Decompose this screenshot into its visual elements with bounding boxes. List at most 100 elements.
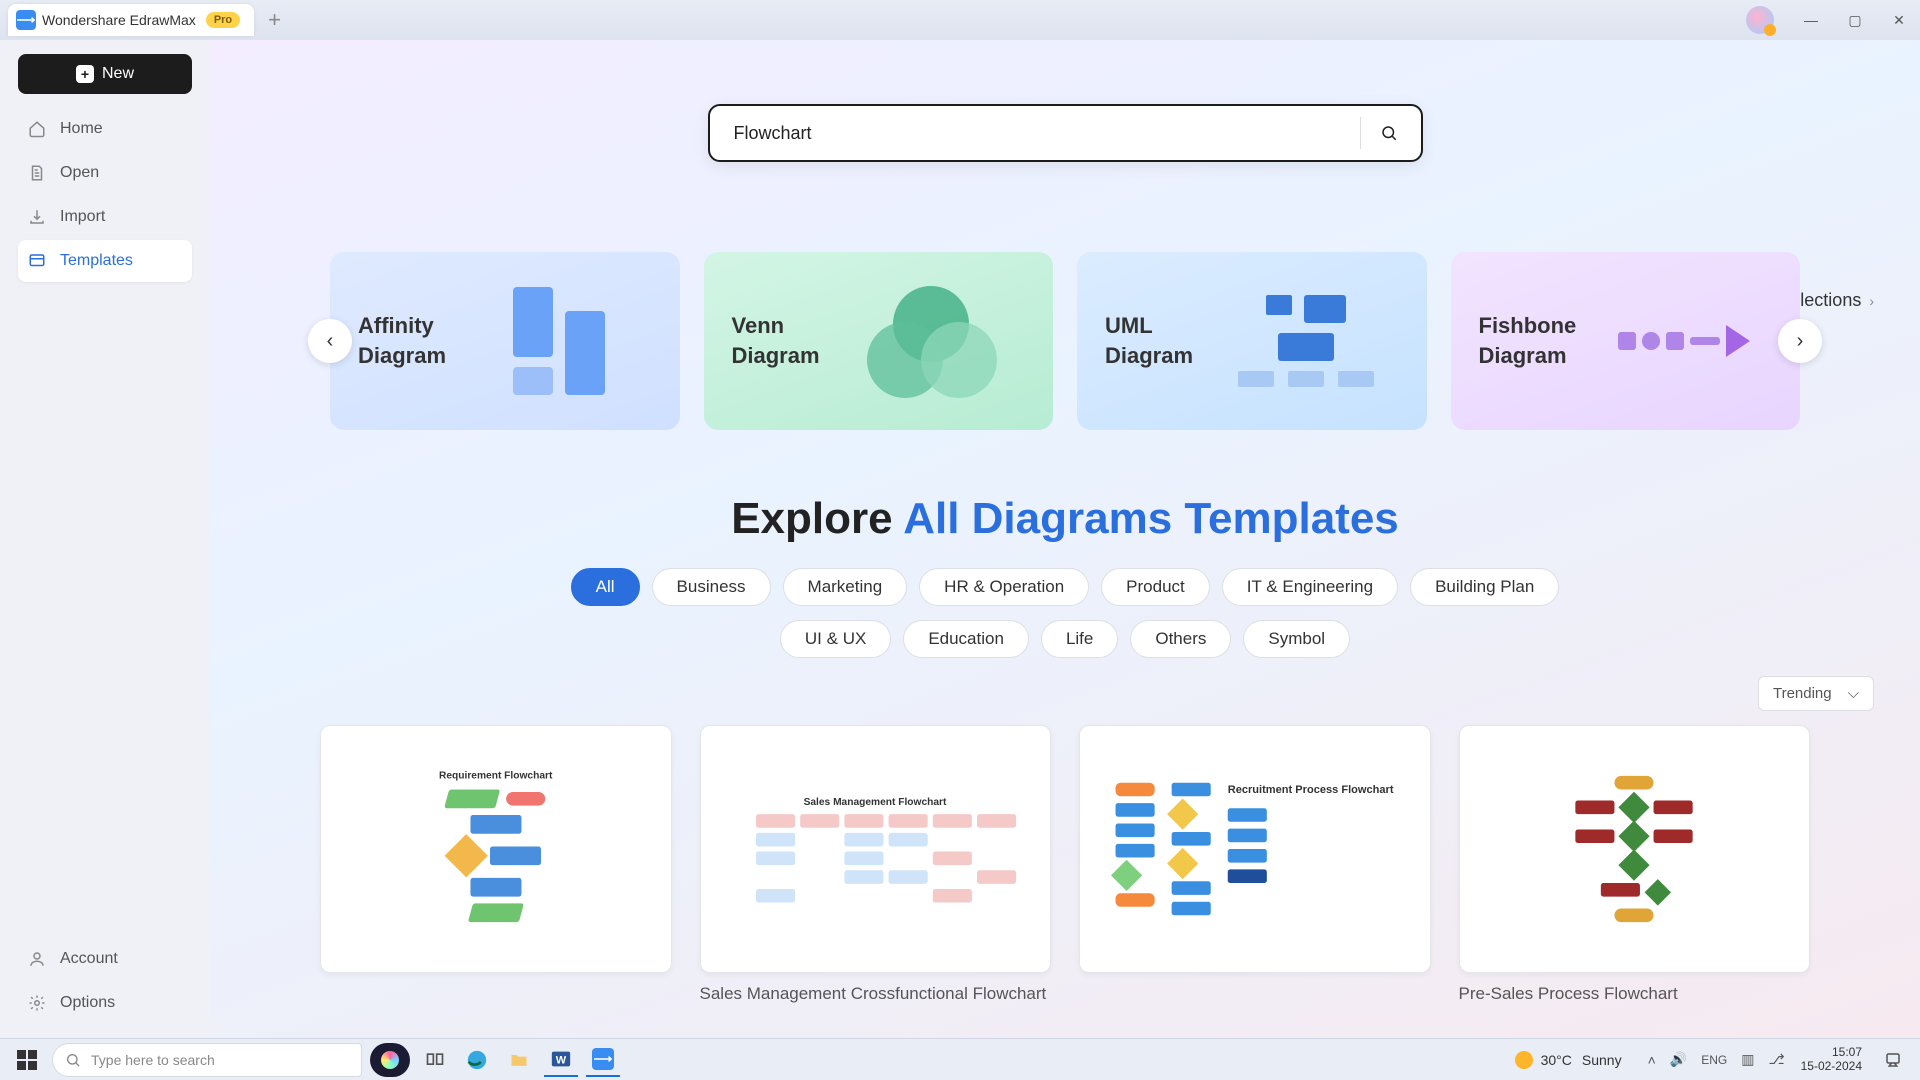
filter-pill-symbol[interactable]: Symbol	[1243, 620, 1350, 658]
taskbar-search-placeholder: Type here to search	[91, 1052, 215, 1068]
carousel-prev-button[interactable]: ‹	[308, 319, 352, 363]
taskbar-app-edrawmax[interactable]: ⟶	[586, 1043, 620, 1077]
taskbar: Type here to search W ⟶ 30°C Sunny ˄ 🔊 E…	[0, 1038, 1920, 1080]
sidebar-item-templates[interactable]: Templates	[18, 240, 192, 282]
tray-chevron-icon[interactable]: ˄	[1648, 1052, 1656, 1068]
search-icon	[65, 1052, 81, 1068]
search-icon	[1380, 124, 1398, 142]
search-button[interactable]	[1375, 119, 1403, 147]
plus-icon: +	[76, 65, 94, 83]
template-card[interactable]: Sales Management Flowchart Sales Managem…	[700, 725, 1052, 1005]
category-label: UMLDiagram	[1105, 311, 1193, 370]
chevron-down-icon: ⌵	[1848, 685, 1859, 702]
battery-icon[interactable]: ▥	[1741, 1051, 1754, 1068]
taskbar-search[interactable]: Type here to search	[52, 1043, 362, 1077]
file-icon	[28, 164, 46, 182]
system-tray[interactable]: ˄ 🔊 ENG ▥ ⎇	[1648, 1051, 1785, 1068]
svg-text:W: W	[556, 1054, 567, 1066]
filter-pill-others[interactable]: Others	[1130, 620, 1231, 658]
template-card[interactable]: Pre-Sales Process Flowchart	[1459, 725, 1811, 1005]
app-tab[interactable]: ⟶ Wondershare EdrawMax Pro	[8, 4, 254, 36]
speaker-icon[interactable]: 🔊	[1670, 1051, 1687, 1068]
maximize-button[interactable]: ▢	[1842, 7, 1868, 33]
sidebar-item-account[interactable]: Account	[18, 938, 192, 980]
uml-art-icon	[1213, 295, 1398, 387]
copilot-icon	[381, 1051, 399, 1069]
template-grid: Requirement Flowchart Sales Management F…	[320, 725, 1810, 1005]
divider	[1360, 117, 1361, 149]
new-tab-button[interactable]: +	[268, 7, 281, 33]
template-card[interactable]: Requirement Flowchart	[320, 725, 672, 1005]
taskbar-app-edge[interactable]	[460, 1043, 494, 1077]
sidebar-item-label: Import	[60, 208, 105, 226]
filter-pill-product[interactable]: Product	[1101, 568, 1210, 606]
category-card-fishbone[interactable]: FishboneDiagram	[1451, 252, 1801, 430]
taskbar-app-word[interactable]: W	[544, 1043, 578, 1077]
sidebar-item-label: Options	[60, 994, 115, 1012]
minimize-button[interactable]: —	[1798, 7, 1824, 33]
filter-pill-hr-operation[interactable]: HR & Operation	[919, 568, 1089, 606]
filter-pill-education[interactable]: Education	[903, 620, 1029, 658]
filter-pill-life[interactable]: Life	[1041, 620, 1118, 658]
taskbar-clock[interactable]: 15:07 15-02-2024	[1801, 1046, 1862, 1074]
template-thumb: Sales Management Flowchart	[700, 725, 1052, 973]
template-thumb: Requirement Flowchart	[320, 725, 672, 973]
filter-pill-it-engineering[interactable]: IT & Engineering	[1222, 568, 1398, 606]
close-button[interactable]: ✕	[1886, 7, 1912, 33]
category-card-venn[interactable]: VennDiagram	[704, 252, 1054, 430]
search-box[interactable]	[708, 104, 1423, 162]
filter-pills: All Business Marketing HR & Operation Produc…	[565, 568, 1565, 606]
category-label: VennDiagram	[732, 311, 820, 370]
import-icon	[28, 208, 46, 226]
main-content: All Collections › ‹ AffinityDiagram Venn…	[210, 40, 1920, 1040]
category-card-affinity[interactable]: AffinityDiagram	[330, 252, 680, 430]
category-label: AffinityDiagram	[358, 311, 446, 370]
filter-pill-business[interactable]: Business	[652, 568, 771, 606]
sidebar-item-label: Open	[60, 164, 99, 182]
sidebar-item-home[interactable]: Home	[18, 108, 192, 150]
sidebar-item-open[interactable]: Open	[18, 152, 192, 194]
copilot-button[interactable]	[370, 1043, 410, 1077]
weather-cond: Sunny	[1582, 1052, 1622, 1068]
filter-pill-building-plan[interactable]: Building Plan	[1410, 568, 1559, 606]
sun-icon	[1515, 1051, 1533, 1069]
category-card-uml[interactable]: UMLDiagram	[1077, 252, 1427, 430]
sort-label: Trending	[1773, 685, 1832, 702]
template-thumb	[1459, 725, 1811, 973]
account-icon	[28, 950, 46, 968]
filter-pill-marketing[interactable]: Marketing	[783, 568, 908, 606]
start-button[interactable]	[10, 1043, 44, 1077]
filter-pill-ui-ux[interactable]: UI & UX	[780, 620, 891, 658]
template-title: Pre-Sales Process Flowchart	[1459, 983, 1811, 1005]
taskbar-app-explorer[interactable]	[502, 1043, 536, 1077]
search-input[interactable]	[734, 123, 1346, 144]
taskbar-weather[interactable]: 30°C Sunny	[1515, 1051, 1622, 1069]
action-center-icon[interactable]	[1876, 1043, 1910, 1077]
templates-icon	[28, 252, 46, 270]
gear-icon	[28, 994, 46, 1012]
affinity-art-icon	[466, 287, 651, 395]
sidebar-item-label: Home	[60, 120, 103, 138]
task-view-button[interactable]	[418, 1043, 452, 1077]
category-label: FishboneDiagram	[1479, 311, 1577, 370]
sidebar: + New Home Open Import Templates Account…	[0, 40, 210, 1040]
language-icon[interactable]: ENG	[1701, 1053, 1727, 1067]
sidebar-item-import[interactable]: Import	[18, 196, 192, 238]
carousel-next-button[interactable]: ›	[1778, 319, 1822, 363]
pro-badge: Pro	[206, 12, 240, 28]
app-name: Wondershare EdrawMax	[42, 12, 196, 28]
titlebar: ⟶ Wondershare EdrawMax Pro + — ▢ ✕	[0, 0, 1920, 40]
template-thumb: Recruitment Process Flowchart	[1079, 725, 1431, 973]
sidebar-item-label: Templates	[60, 252, 133, 270]
template-card[interactable]: Recruitment Process Flowchart	[1079, 725, 1431, 1005]
filter-pill-all[interactable]: All	[571, 568, 640, 606]
category-carousel: ‹ AffinityDiagram VennDiagram	[330, 252, 1800, 430]
sidebar-item-options[interactable]: Options	[18, 982, 192, 1024]
new-button-label: New	[102, 65, 134, 83]
user-avatar-icon[interactable]	[1746, 6, 1774, 34]
chevron-right-icon: ›	[1869, 293, 1874, 309]
sort-dropdown[interactable]: Trending ⌵	[1758, 676, 1874, 711]
app-logo-icon: ⟶	[16, 10, 36, 30]
wifi-icon[interactable]: ⎇	[1768, 1051, 1784, 1068]
new-button[interactable]: + New	[18, 54, 192, 94]
